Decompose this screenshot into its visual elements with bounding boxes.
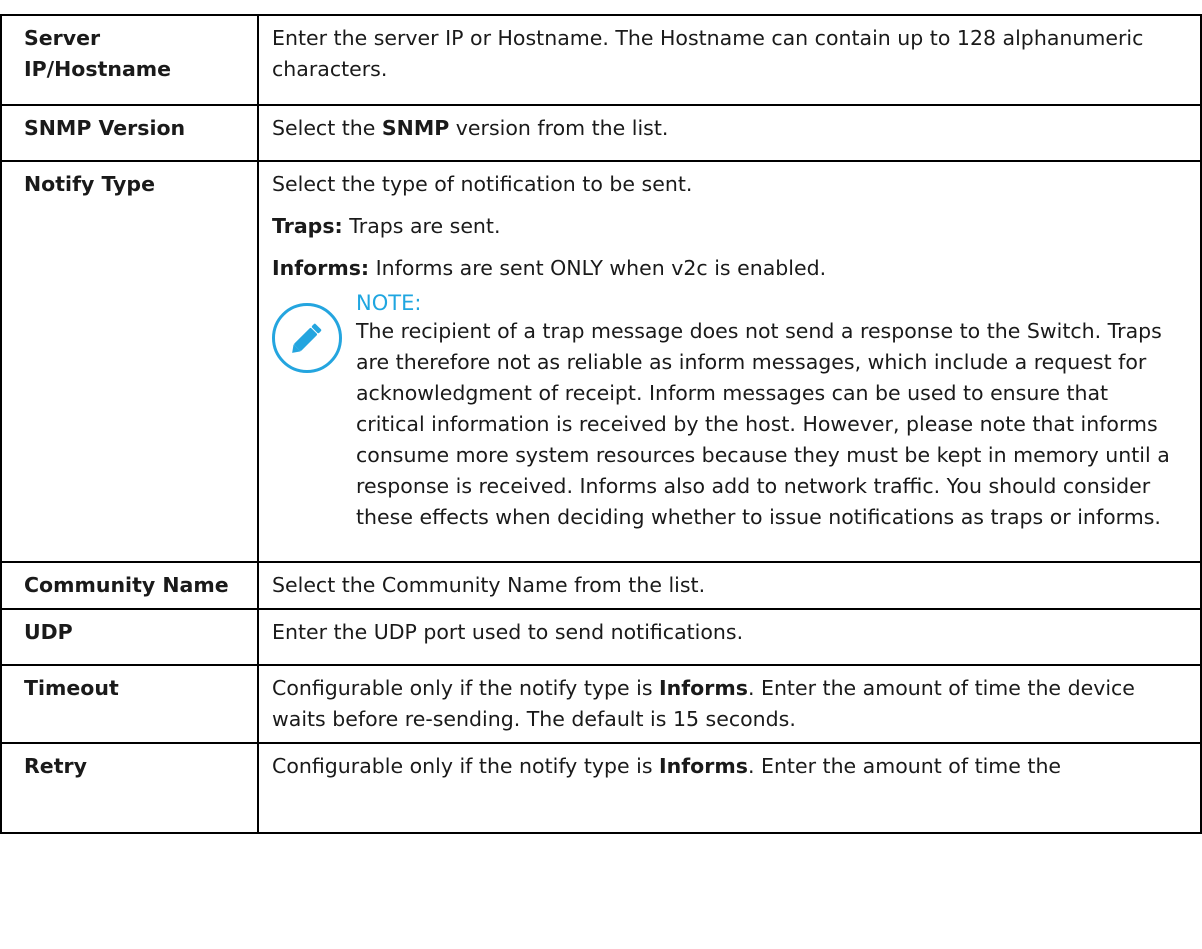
traps-text: Traps are sent. [342, 214, 501, 238]
description-text: version from the list. [449, 116, 669, 140]
param-name: Server IP/Hostname [0, 14, 259, 106]
param-description: Select the Community Name from the list. [257, 561, 1202, 610]
table-row: UDP Enter the UDP port used to send noti… [0, 608, 1202, 666]
note-title: NOTE: [356, 291, 422, 315]
description-text: Select the Community Name from the list. [272, 573, 706, 597]
param-name: Timeout [0, 664, 259, 744]
param-name: Community Name [0, 561, 259, 610]
param-description: Select the SNMP version from the list. [257, 104, 1202, 162]
param-description: Configurable only if the notify type is … [257, 742, 1202, 834]
informs-label: Informs: [272, 256, 370, 280]
description-emphasis: Informs [659, 754, 748, 778]
description-text: . Enter the amount of time the [747, 754, 1062, 778]
table-row: Retry Configurable only if the notify ty… [0, 742, 1202, 834]
description-text: Select the [272, 116, 382, 140]
description-emphasis: Informs [659, 676, 748, 700]
table-row: Timeout Configurable only if the notify … [0, 664, 1202, 744]
note-body: NOTE: The recipient of a trap message do… [356, 290, 1182, 533]
param-name: Notify Type [0, 160, 259, 563]
param-description: Select the type of notification to be se… [257, 160, 1202, 563]
table-row: Community Name Select the Community Name… [0, 561, 1202, 610]
param-description: Enter the UDP port used to send notifica… [257, 608, 1202, 666]
parameter-table: Server IP/Hostname Enter the server IP o… [0, 14, 1202, 834]
description-text: Configurable only if the notify type is [272, 676, 660, 700]
param-name: UDP [0, 608, 259, 666]
param-name: SNMP Version [0, 104, 259, 162]
note-text: The recipient of a trap message does not… [356, 319, 1170, 529]
informs-text: Informs are sent ONLY when v2c is enable… [369, 256, 827, 280]
description-emphasis: SNMP [381, 116, 450, 140]
pencil-icon [272, 303, 342, 373]
description-text: Enter the server IP or Hostname. The Hos… [272, 26, 1144, 81]
table-row: SNMP Version Select the SNMP version fro… [0, 104, 1202, 162]
note-callout: NOTE: The recipient of a trap message do… [272, 290, 1182, 533]
param-description: Configurable only if the notify type is … [257, 664, 1202, 744]
table-row: Notify Type Select the type of notificat… [0, 160, 1202, 563]
traps-option: Traps: Traps are sent. [272, 211, 1182, 242]
table-row: Server IP/Hostname Enter the server IP o… [0, 14, 1202, 106]
description-text: Configurable only if the notify type is [272, 754, 660, 778]
description-text: Enter the UDP port used to send notifica… [272, 620, 744, 644]
param-description: Enter the server IP or Hostname. The Hos… [257, 14, 1202, 106]
param-name: Retry [0, 742, 259, 834]
description-intro: Select the type of notification to be se… [272, 172, 693, 196]
traps-label: Traps: [272, 214, 343, 238]
informs-option: Informs: Informs are sent ONLY when v2c … [272, 253, 1182, 284]
